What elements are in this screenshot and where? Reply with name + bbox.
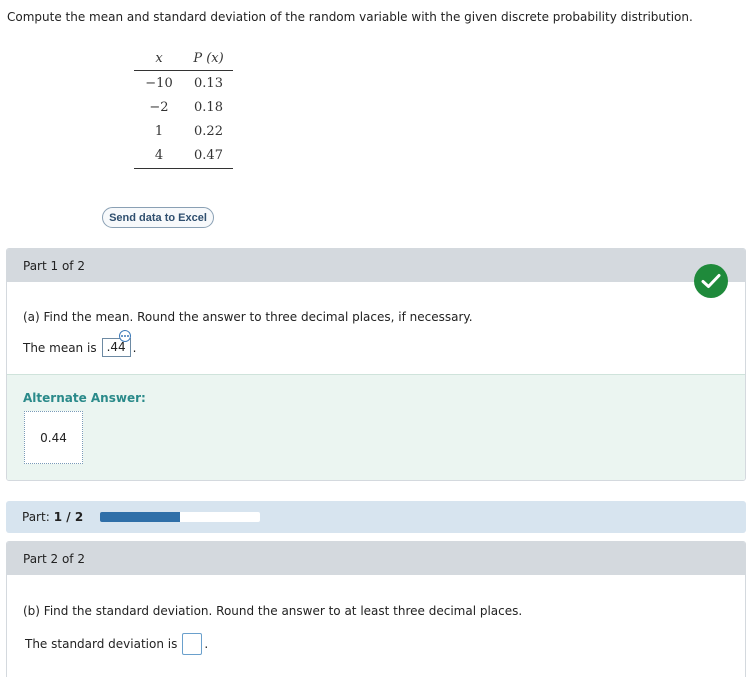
cell-p: 0.13 bbox=[194, 75, 223, 91]
header-p: P (x) bbox=[193, 50, 224, 66]
std-dev-label: The standard deviation is bbox=[25, 637, 178, 651]
cell-x: 4 bbox=[154, 147, 164, 163]
header-x: x bbox=[155, 50, 163, 66]
answer-period: . bbox=[132, 340, 137, 355]
progress-track bbox=[100, 512, 260, 522]
send-to-excel-button[interactable]: Send data to Excel bbox=[102, 207, 214, 228]
probability-table: x P (x) −10 0.13 −2 0.18 1 0.22 4 0.47 bbox=[134, 46, 233, 169]
check-icon bbox=[694, 264, 728, 298]
more-options-icon[interactable] bbox=[119, 330, 131, 342]
part-2-answer-line: The standard deviation is . bbox=[25, 633, 208, 655]
progress-value: 1 / 2 bbox=[53, 510, 84, 524]
alternate-answer-box: 0.44 bbox=[24, 411, 83, 464]
alternate-answer-title: Alternate Answer: bbox=[23, 391, 146, 405]
mean-label: The mean is bbox=[23, 340, 97, 355]
table-row: 1 0.22 bbox=[134, 119, 233, 143]
progress-fill bbox=[100, 512, 180, 522]
table-row: 4 0.47 bbox=[134, 143, 233, 167]
answer-period: . bbox=[204, 637, 209, 651]
problem-prompt: Compute the mean and standard deviation … bbox=[7, 10, 693, 24]
cell-p: 0.18 bbox=[194, 99, 223, 115]
cell-x: −10 bbox=[145, 75, 173, 91]
part-2-question: (b) Find the standard deviation. Round t… bbox=[23, 604, 523, 618]
progress-label: Part: bbox=[22, 510, 50, 524]
table-bottom-rule bbox=[134, 168, 233, 169]
part-1-answer-line: The mean is .44 . bbox=[23, 338, 137, 357]
part-progress: Part: 1 / 2 bbox=[6, 501, 746, 533]
part-1-question: (a) Find the mean. Round the answer to t… bbox=[23, 310, 473, 324]
part-2-panel: Part 2 of 2 (b) Find the standard deviat… bbox=[6, 541, 746, 677]
alternate-answer-area: Alternate Answer: 0.44 bbox=[7, 374, 745, 480]
std-dev-answer-input[interactable] bbox=[182, 633, 203, 655]
part-1-panel: Part 1 of 2 (a) Find the mean. Round the… bbox=[6, 248, 746, 481]
part-2-header: Part 2 of 2 bbox=[7, 542, 745, 575]
table-header: x P (x) bbox=[134, 46, 233, 71]
cell-p: 0.22 bbox=[194, 123, 223, 139]
table-row: −2 0.18 bbox=[134, 95, 233, 119]
cell-x: 1 bbox=[154, 123, 164, 139]
cell-x: −2 bbox=[149, 99, 169, 115]
table-row: −10 0.13 bbox=[134, 71, 233, 95]
part-1-header: Part 1 of 2 bbox=[7, 249, 745, 282]
cell-p: 0.47 bbox=[194, 147, 223, 163]
